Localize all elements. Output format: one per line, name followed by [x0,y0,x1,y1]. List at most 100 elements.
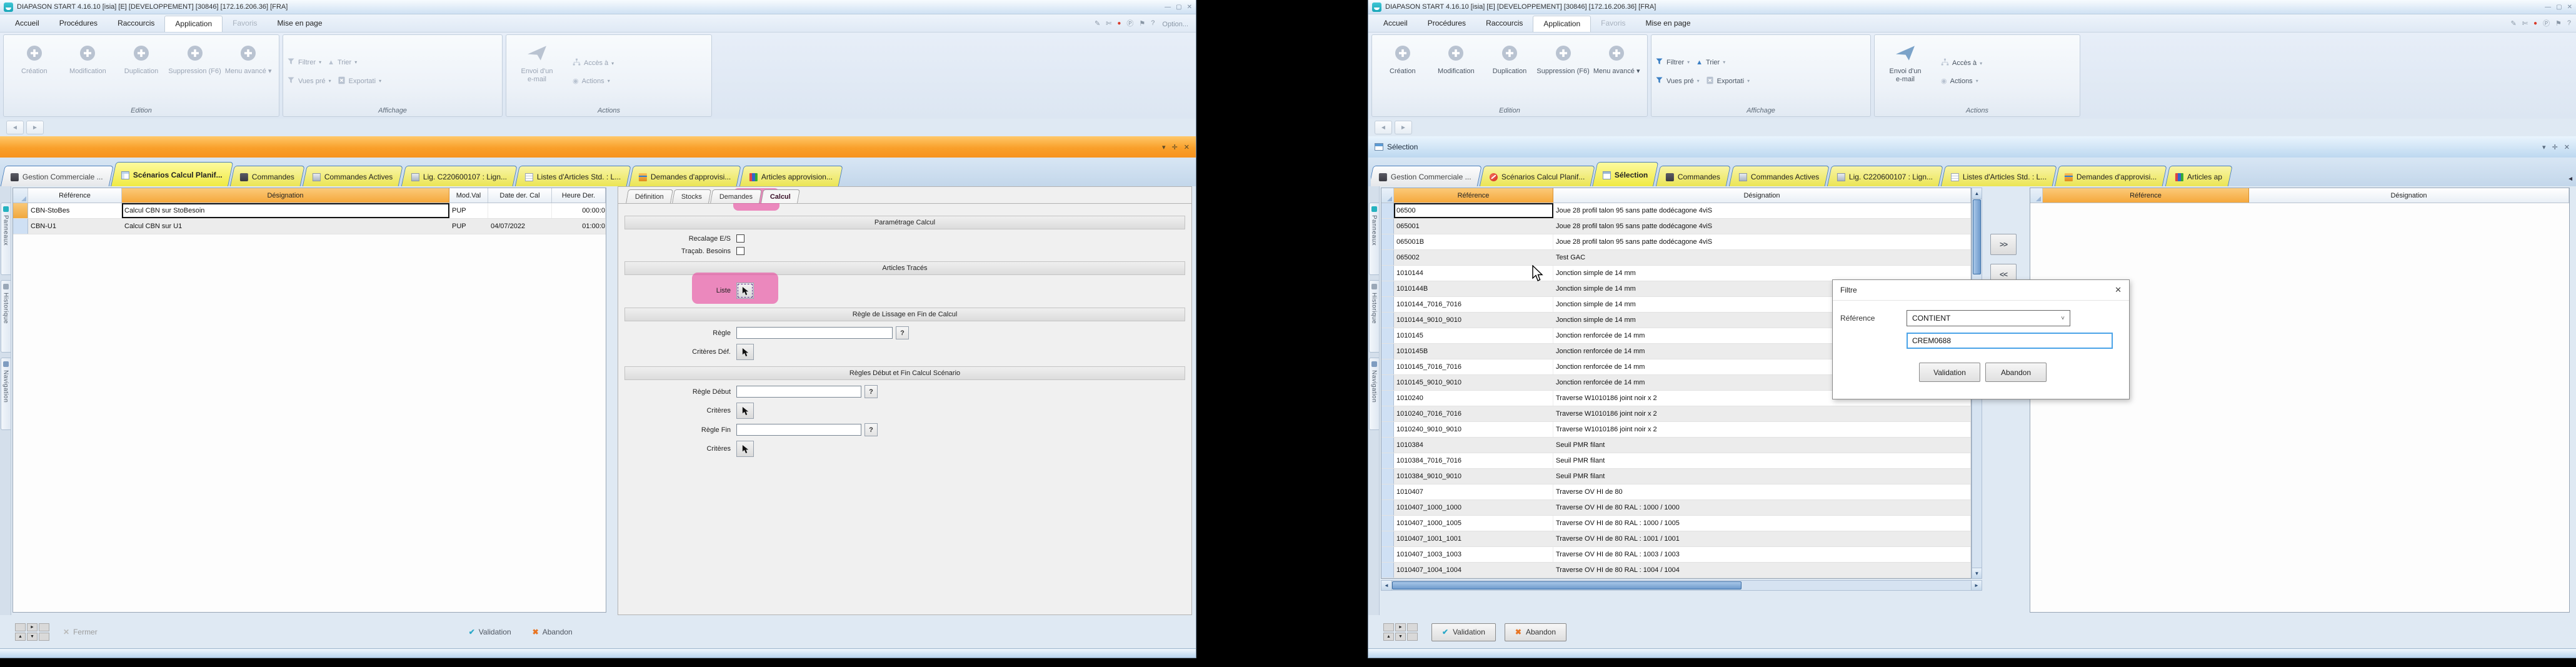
table-row[interactable]: 065001 Joue 28 profil talon 95 sans patt… [1381,219,1971,234]
table-row[interactable]: 1010407_1005_1005 Traverse OV HI de 80 R… [1381,578,1971,579]
record-nav-button[interactable]: ▼ [27,633,38,641]
toolbar-icon[interactable]: ✄ [2522,19,2528,28]
access-to-button[interactable]: Accès à▾ [573,58,708,68]
window-control-icon[interactable]: ▢ [1176,4,1181,11]
row-selector[interactable] [1381,578,1394,579]
dialog-titlebar[interactable]: Filtre ✕ [1833,280,2129,301]
column-header[interactable]: Référence [28,188,122,203]
window-control-icon[interactable]: ▢ [2556,4,2562,11]
cell-reference[interactable]: 1010144 [1394,266,1553,281]
document-control-icon[interactable]: ✕ [2564,143,2570,151]
sort-button[interactable]: ▲Trier▾ [1696,59,1725,66]
row-selector[interactable] [1381,516,1394,531]
toolbar-icon[interactable]: ● [1117,20,1121,27]
cell-designation[interactable]: Seuil PMR filant [1553,453,1971,468]
side-panel-tab[interactable]: Navigation [1369,358,1379,430]
window-control-icon[interactable]: ✕ [1187,4,1192,11]
side-panel-tab[interactable]: Panneaux [1,203,11,275]
toolbar-icon[interactable]: ✄ [1106,19,1111,28]
record-nav-button[interactable]: ► [1395,623,1406,631]
table-row[interactable]: CBN-U1 Calcul CBN sur U1 PUP 04/07/2022 … [13,219,606,234]
titlebar[interactable]: DIAPASON START 4.16.10 [isia] [E] [DEVEL… [0,0,1196,14]
ribbon-button[interactable]: Création [8,38,61,106]
ribbon-button[interactable]: Menu avancé ▾ [221,38,275,106]
form-tab[interactable]: Calcul [761,189,800,203]
cell-designation[interactable]: Traverse OV HI de 80 RAL : 1004 / 1004 [1553,563,1971,578]
regle-fin-help-button[interactable]: ? [865,423,878,436]
toolbar-icon[interactable]: ⚑ [2555,19,2562,28]
toolbar-icon[interactable]: ● [2533,20,2537,27]
row-selector[interactable] [1381,203,1394,218]
cell-reference[interactable]: 1010407_1001_1001 [1394,531,1553,546]
row-selector[interactable] [1381,547,1394,562]
export-button[interactable]: Exportati▾ [1706,76,1750,86]
form-tab[interactable]: Demandes [710,189,762,203]
row-selector[interactable] [1381,297,1394,312]
document-tab[interactable]: Commandes [230,166,305,188]
liste-picker-button[interactable] [736,283,754,299]
side-panel-tab[interactable]: Panneaux [1369,203,1379,275]
document-tab[interactable]: Scénarios Calcul Planif... [1479,166,1595,188]
document-control-icon[interactable]: ✛ [2552,143,2558,151]
cell-designation[interactable]: Joue 28 profil talon 95 sans patte dodéc… [1553,203,1971,218]
form-tab[interactable]: Stocks [672,189,711,203]
ribbon-tab[interactable]: Mise en page [1635,16,1700,32]
column-header-sorted[interactable]: Désignation [122,188,449,203]
filter-button[interactable]: Filtrer▾ [1655,58,1690,68]
toolbar-icon[interactable]: ? [2567,19,2571,27]
tab-overflow-arrow[interactable]: ◄ [2567,176,2573,183]
cell-reference[interactable]: 065002 [1394,250,1553,265]
regle-debut-input[interactable] [736,386,861,398]
cell-reference[interactable]: 1010145B [1394,344,1553,359]
cell-reference[interactable]: 1010240 [1394,391,1553,406]
window-control-icon[interactable]: — [2545,4,2551,11]
row-selector[interactable] [1381,531,1394,546]
row-selector[interactable] [1381,375,1394,390]
criteres-debut-button[interactable] [736,403,754,419]
table-row[interactable]: 065002 Test GAC [1381,250,1971,266]
toolbar-icon[interactable]: Ⓟ [1126,18,1133,28]
forward-button[interactable]: ► [1395,121,1412,134]
ribbon-tab[interactable]: Favoris [1591,16,1635,32]
row-selector[interactable] [13,219,28,234]
cell-reference[interactable]: 1010407_1004_1004 [1394,563,1553,578]
table-row[interactable]: 065001B Joue 28 profil talon 95 sans pat… [1381,234,1971,250]
filter-value-input[interactable]: CREM0688 [1907,333,2113,349]
row-selector[interactable] [1381,422,1394,437]
abandon-button[interactable]: Abandon [1985,363,2047,382]
cell-designation[interactable]: Calcul CBN sur StoBesoin [122,203,449,218]
send-email-button[interactable]: Envoi d'un e-mail [510,38,564,106]
select-all-corner[interactable] [13,188,28,203]
cell-designation[interactable]: Traverse OV HI de 80 RAL : 1000 / 1005 [1553,516,1971,531]
column-header[interactable]: Heure Der. [552,188,606,203]
criteres-def-button[interactable] [736,344,754,360]
document-tab[interactable]: Listes d'Articles Std. : L... [1940,166,2057,188]
cell-reference[interactable]: 1010240_9010_9010 [1394,422,1553,437]
row-selector[interactable] [1381,266,1394,281]
cell-reference[interactable]: 1010407_1000_1000 [1394,500,1553,515]
cell-designation[interactable]: Seuil PMR filant [1553,438,1971,453]
document-tab[interactable]: Articles approvision... [739,166,843,188]
cell-reference[interactable]: 1010407 [1394,484,1553,499]
scrollbar-thumb[interactable] [1973,199,1981,274]
document-control-icon[interactable]: ▾ [2542,143,2546,151]
document-tab[interactable]: Demandes d'approvisi... [629,166,742,188]
cell-reference[interactable]: CBN-U1 [28,219,122,234]
cell-designation[interactable]: Traverse W1010186 joint noir x 2 [1553,422,1971,437]
toolbar-icon[interactable]: ✎ [1095,19,1100,28]
ribbon-tab[interactable]: Raccourcis [1476,16,1533,32]
row-selector[interactable] [1381,328,1394,343]
column-header[interactable]: Désignation [1553,188,1971,203]
regle-help-button[interactable]: ? [896,326,909,339]
fermer-button[interactable]: ✕Fermer [63,628,98,636]
cell-reference[interactable]: 065001B [1394,234,1553,249]
record-nav-button[interactable] [39,633,49,641]
toolbar-icon[interactable]: ✎ [2511,19,2517,28]
cell-reference[interactable]: 1010384_9010_9010 [1394,469,1553,484]
filter-button[interactable]: Filtrer▾ [287,58,321,68]
cell-reference[interactable]: 1010145 [1394,328,1553,343]
row-selector[interactable] [1381,313,1394,328]
row-selector[interactable] [1381,219,1394,234]
table-row[interactable]: 1010407 Traverse OV HI de 80 [1381,484,1971,500]
regle-fin-input[interactable] [736,424,861,436]
